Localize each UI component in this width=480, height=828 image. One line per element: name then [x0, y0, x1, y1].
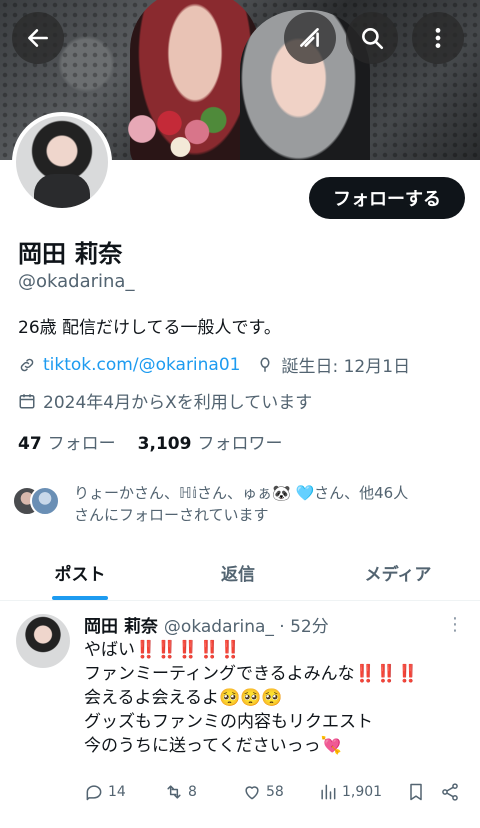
back-button[interactable] [12, 12, 64, 64]
profile-birthday: 誕生日: 12月1日 [281, 357, 411, 377]
profile-handle: @okadarina_ [18, 271, 135, 292]
post-more-icon[interactable]: ⋮ [446, 614, 464, 635]
profile-tabs: ポスト 返信 メディア [0, 545, 480, 601]
post-header: 岡田 莉奈 @okadarina_ · 52分 [84, 612, 329, 637]
post-actions: 14 8 58 1,901 [84, 782, 460, 802]
follow-counts: 47 フォロー 3,109 フォロワー [18, 429, 282, 454]
profile-meta-row: tiktok.com/@okarina01 誕生日: 12月1日 [18, 352, 410, 377]
post-handle-time: @okadarina_ · 52分 [163, 617, 329, 637]
profile-joined: 2024年4月からXを利用しています [43, 393, 313, 413]
search-icon [362, 28, 384, 50]
reply-button[interactable]: 14 [84, 782, 164, 802]
followed-by-line2: さんにフォローされています [74, 506, 269, 524]
followers-link[interactable]: 3,109 フォロワー [138, 429, 283, 454]
profile-link[interactable]: tiktok.com/@okarina01 [43, 355, 240, 375]
profile-name: 岡田 莉奈 [18, 240, 123, 268]
balloon-icon [260, 357, 270, 372]
share-button[interactable] [440, 782, 460, 802]
reply-icon [86, 785, 102, 801]
grok-button[interactable] [284, 12, 336, 64]
profile-bio: 26歳 配信だけしてる一般人です。 [18, 318, 281, 338]
views-button[interactable]: 1,901 [318, 782, 406, 802]
following-link[interactable]: 47 フォロー [18, 429, 116, 454]
heart-icon [245, 786, 259, 800]
calendar-icon [19, 393, 35, 408]
arrow-left-icon [28, 29, 48, 47]
repost-button[interactable]: 8 [164, 782, 242, 802]
post-author: 岡田 莉奈 [84, 617, 158, 637]
mutual-avatars [12, 480, 74, 520]
more-vertical-icon [435, 28, 441, 48]
follow-button[interactable]: フォローする [309, 177, 465, 219]
post-avatar[interactable] [16, 614, 70, 668]
avatar-shirt [34, 174, 90, 208]
link-icon [20, 358, 34, 371]
post-text: やばい‼️‼️‼️‼️‼️ ファンミーティングできるよみんな‼️‼️‼️ 会える… [84, 640, 419, 756]
bookmark-button[interactable] [406, 782, 440, 802]
views-icon [321, 784, 336, 800]
profile-avatar[interactable] [12, 112, 112, 212]
grok-icon [300, 28, 319, 47]
tab-replies[interactable]: 返信 [160, 545, 316, 600]
tab-media[interactable]: メディア [316, 545, 480, 600]
tab-posts[interactable]: ポスト [0, 545, 160, 600]
bookmark-icon [410, 783, 422, 801]
search-button[interactable] [346, 12, 398, 64]
banner-bouquet [120, 105, 230, 160]
like-button[interactable]: 58 [242, 782, 318, 802]
post-item[interactable]: 岡田 莉奈 @okadarina_ · 52分 ⋮ やばい‼️‼️‼️‼️‼️ … [0, 602, 480, 828]
followers-you-know[interactable]: りょーかさん、ℍ𝕚さん、ゅぁ🐼 🩵さん、他46人 さんにフォローされています [12, 480, 472, 526]
repost-icon [167, 785, 181, 799]
followed-by-line1: りょーかさん、ℍ𝕚さん、ゅぁ🐼 🩵さん、他46人 [74, 484, 409, 502]
share-icon [442, 783, 458, 801]
profile-join-row: 2024年4月からXを利用しています [18, 388, 312, 413]
more-options-button[interactable] [412, 12, 464, 64]
